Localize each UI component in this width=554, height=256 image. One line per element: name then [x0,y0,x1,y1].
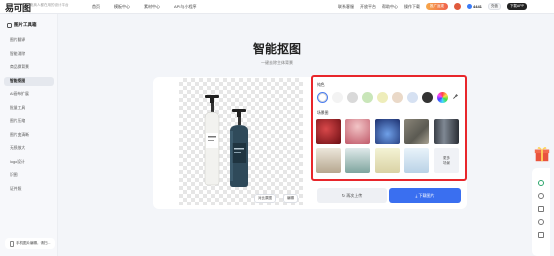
top-right: 联系客服 开放平台 帮助中心 操作下载 推广返现 4441 充值 下载APP [338,3,527,10]
download-button[interactable]: ⤓ 下载图片 [389,188,461,203]
sidebar-item[interactable]: AI画布扩展 [4,90,54,99]
mobile-edit-tip-label: 手机图片编辑，请扫... [16,241,51,245]
compare-original-label: 对比原图 [258,196,272,200]
gift-icon[interactable] [533,145,551,163]
add-icon[interactable] [538,193,544,199]
more-scenes-label-2: 场景 [443,160,450,165]
sidebar-item[interactable]: 证件照 [4,185,54,194]
sidebar-heading-label: 图片工具箱 [14,22,37,27]
product-image [204,95,248,187]
scene-thumb[interactable] [375,148,400,173]
sidebar-item[interactable]: 智能抠图 [4,76,54,86]
page-subtitle: 一键去除主体背景 [261,60,293,65]
phone-icon [10,240,14,247]
download-app-button[interactable]: 下载APP [506,3,527,10]
color-swatch[interactable] [407,92,418,103]
sidebar-item[interactable]: 识图 [4,171,54,180]
edit-button[interactable]: 编辑 [283,194,298,203]
color-swatch[interactable] [362,92,373,103]
scene-thumb[interactable] [316,119,341,144]
edit-label: 编辑 [287,196,294,200]
scene-thumb[interactable] [375,119,400,144]
link-open-platform[interactable]: 开放平台 [360,4,376,10]
reupload-button[interactable]: ↻ 再次上传 [317,188,387,203]
refresh-icon: ↻ [341,193,346,198]
sidebar-heading: 图片工具箱 [7,22,37,28]
vip-badge[interactable]: 推广返现 [426,3,448,10]
scene-thumb[interactable] [434,119,459,144]
solid-color-label: 纯色 [317,83,325,87]
sidebar-item[interactable]: 图片变清晰 [4,131,54,140]
link-help[interactable]: 帮助中心 [382,4,398,10]
scene-label: 场景图 [317,111,329,115]
avatar[interactable] [454,3,461,10]
color-swatch[interactable] [422,92,433,103]
scene-thumb[interactable] [345,119,370,144]
sidebar-item[interactable]: 批量工具 [4,104,54,113]
mobile-edit-tip[interactable]: 手机图片编辑，请扫... [5,238,55,249]
nav-api[interactable]: API与小程序 [174,4,196,10]
sidebar-item[interactable]: logo设计 [4,158,54,167]
right-toolbar [532,168,550,256]
link-contact[interactable]: 联系客服 [338,4,354,10]
scene-thumb[interactable] [404,119,429,144]
top-nav: 首页 模板中心 素材中心 API与小程序 [92,4,196,10]
recharge-button[interactable]: 充值 [487,3,501,10]
color-swatch[interactable] [317,92,328,103]
nav-home[interactable]: 首页 [92,4,100,10]
nav-templates[interactable]: 模板中心 [114,4,130,10]
service-icon[interactable] [538,180,544,186]
scene-thumb[interactable] [404,148,429,173]
top-bar: 易可图 电商人都在用的设计平台 首页 模板中心 素材中心 API与小程序 联系客… [0,0,554,14]
image-preview[interactable] [179,78,303,205]
reupload-label: 再次上传 [346,193,363,198]
compare-original-button[interactable]: 对比原图 [254,194,276,203]
feedback-icon[interactable] [538,232,544,238]
more-scenes-button[interactable]: 更多 场景 [434,148,459,173]
download-label: 下载图片 [418,193,435,198]
toolbox-icon [7,22,12,28]
coin-count: 4441 [473,4,482,9]
link-download[interactable]: 操作下载 [404,4,420,10]
scene-thumb[interactable] [316,148,341,173]
sidebar-item[interactable]: 图片压缩 [4,117,54,126]
color-swatch[interactable] [437,92,448,103]
color-swatch[interactable] [377,92,388,103]
coin-balance: 4441 [467,4,482,9]
page-title: 智能抠图 [252,42,301,56]
sidebar-item[interactable]: 无损放大 [4,144,54,153]
nav-materials[interactable]: 素材中心 [144,4,160,10]
help-icon[interactable] [538,219,544,225]
app-logo[interactable]: 易可图 [5,1,31,14]
color-swatch[interactable] [392,92,403,103]
logo-tagline: 电商人都在用的设计平台 [30,3,69,7]
scene-thumb[interactable] [345,148,370,173]
document-icon[interactable] [538,206,544,212]
coin-icon [467,4,472,9]
eyedropper-icon[interactable] [452,93,459,100]
color-swatch[interactable] [347,92,358,103]
color-swatch[interactable] [332,92,343,103]
